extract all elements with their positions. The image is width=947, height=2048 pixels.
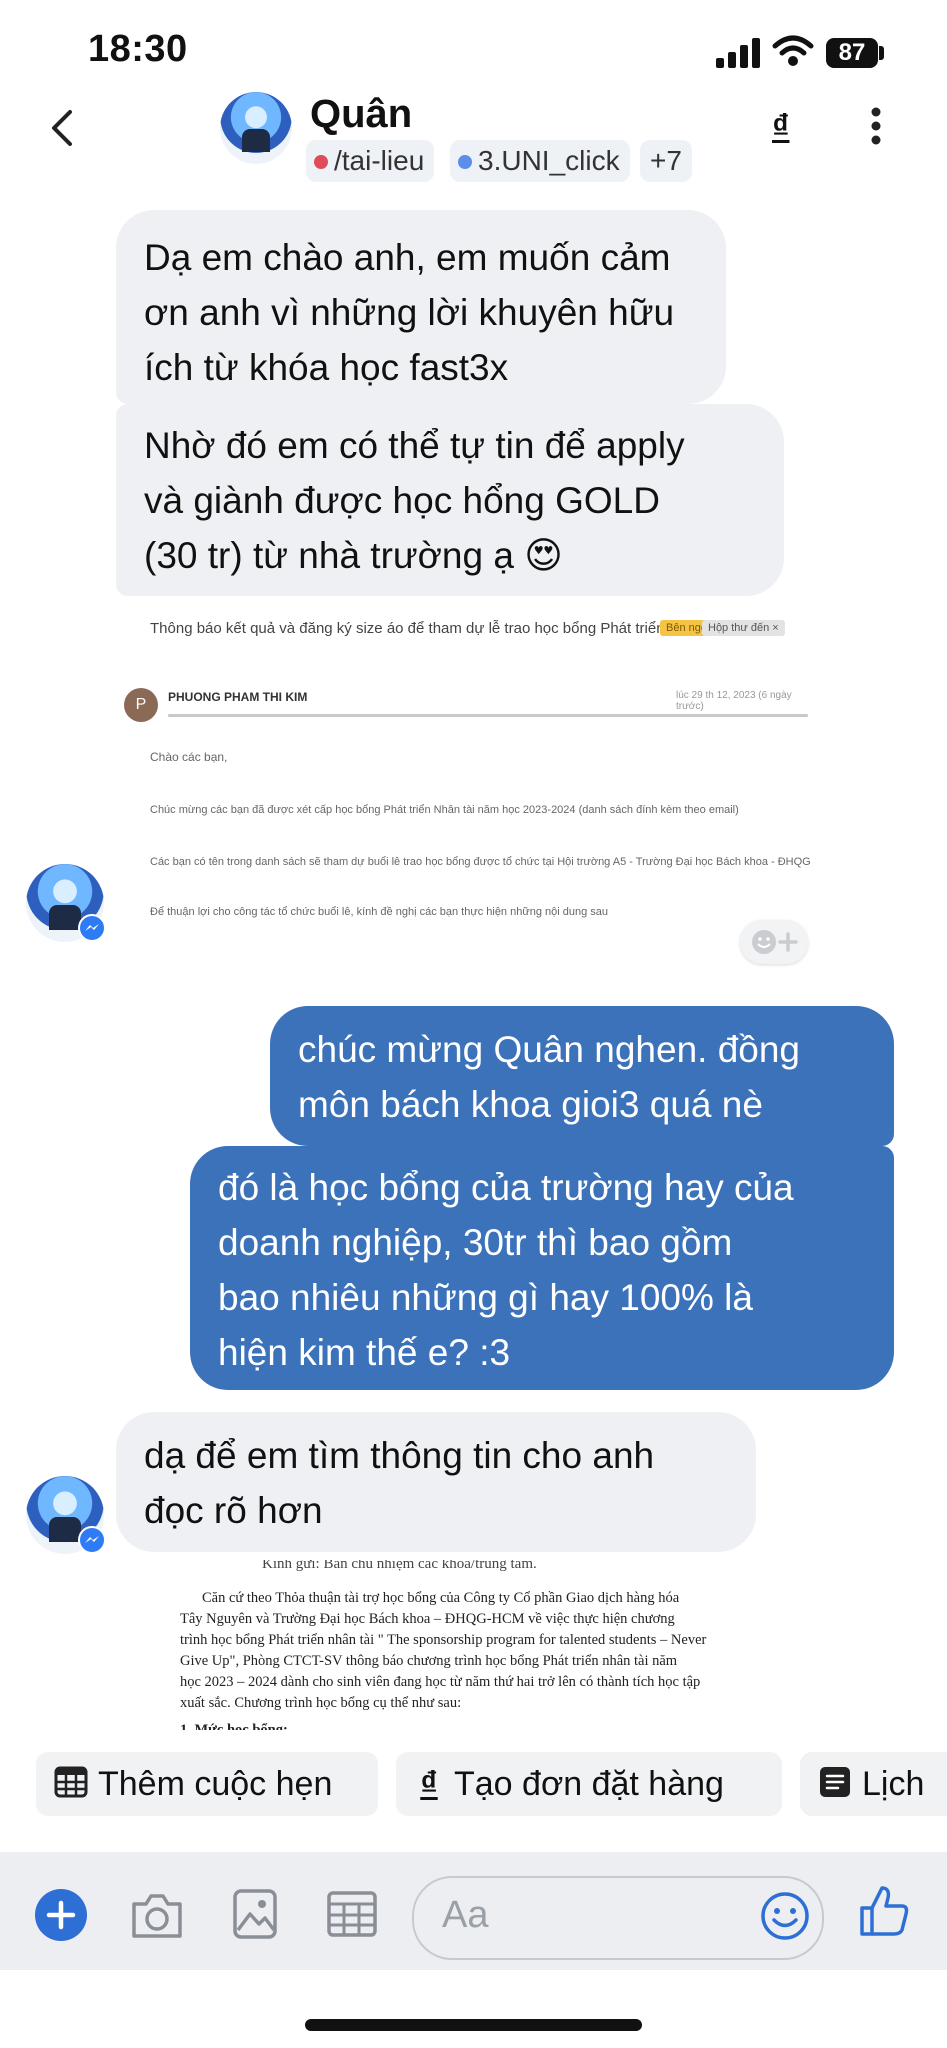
add-appointment-button[interactable]: Thêm cuộc hẹn	[36, 1752, 378, 1816]
signal-icon	[716, 38, 760, 68]
incoming-message-2[interactable]: Nhờ đó em có thể tự tin để apply và giàn…	[116, 404, 784, 596]
thumbs-up-icon[interactable]	[858, 1884, 910, 1938]
quick-action-label: Thêm cuộc hẹn	[98, 1765, 333, 1803]
incoming-message-1[interactable]: Dạ em chào anh, em muốn cảm ơn anh vì nh…	[116, 210, 726, 404]
add-plus-icon[interactable]	[34, 1888, 88, 1942]
doc-line: Give Up", Phòng CTCT-SV thông báo chương…	[180, 1653, 678, 1669]
red-dot-icon	[314, 155, 328, 169]
contact-name[interactable]: Quân	[310, 92, 412, 137]
doc-line: xuất sắc. Chương trình học bổng cụ thể n…	[180, 1695, 462, 1711]
more-labels-chip[interactable]: +7	[640, 140, 692, 182]
email-line-3: Để thuận lợi cho công tác tổ chức buổi l…	[150, 906, 608, 918]
calendar-grid-icon	[54, 1766, 88, 1798]
message-line: Dạ em chào anh, em muốn cảm	[144, 237, 671, 278]
email-screenshot-image[interactable]: Thông báo kết quả và đăng ký size áo để …	[116, 600, 816, 930]
messenger-badge-icon	[78, 1526, 106, 1554]
calendar-button[interactable]: Lịch	[800, 1752, 947, 1816]
doc-paragraph: Căn cứ theo Thỏa thuận tài trợ học bổng …	[180, 1588, 780, 1714]
list-doc-icon	[820, 1767, 850, 1797]
doc-line: học 2023 – 2024 dành cho sinh viên đang …	[180, 1674, 701, 1690]
emoji-icon[interactable]	[760, 1891, 810, 1941]
status-time: 18:30	[88, 28, 188, 70]
photo-icon[interactable]	[232, 1888, 278, 1940]
message-line: doanh nghiệp, 30tr thì bao gồm	[218, 1222, 733, 1263]
blue-dot-icon	[458, 155, 472, 169]
chip-label: /tai-lieu	[334, 145, 425, 176]
email-line-1: Chúc mừng các bạn đã được xét cấp học bổ…	[150, 804, 739, 816]
quick-action-label: Lịch	[862, 1765, 925, 1803]
email-date: lúc 29 th 12, 2023 (6 ngày trước)	[676, 690, 792, 712]
message-line: đọc rõ hơn	[144, 1490, 323, 1531]
email-greeting: Chào các bạn,	[150, 750, 228, 764]
email-inbox-tag: Hộp thư đến ×	[702, 620, 785, 636]
message-line: chúc mừng Quân nghen. đồng	[298, 1029, 801, 1070]
message-line: (30 tr) từ nhà trường ạ 😍	[144, 535, 563, 576]
back-icon[interactable]	[48, 108, 76, 148]
message-line: đó là học bổng của trường hay của	[218, 1167, 794, 1208]
chip-label: 3.UNI_click	[478, 145, 620, 176]
message-line: môn bách khoa gioi3 quá nè	[298, 1084, 763, 1125]
message-line: ơn anh vì những lời khuyên hữu	[144, 292, 675, 333]
sender-name: PHUONG PHAM THI KIM	[168, 690, 308, 704]
messenger-badge-icon	[78, 914, 106, 942]
email-subject: Thông báo kết quả và đăng ký size áo để …	[150, 620, 670, 637]
battery-tip	[879, 46, 884, 60]
outgoing-message-2[interactable]: đó là học bổng của trường hay của doanh …	[190, 1146, 894, 1390]
message-line: ích từ khóa học fast3x	[144, 347, 509, 388]
create-order-button[interactable]: ₫ Tạo đơn đặt hàng	[396, 1752, 782, 1816]
wifi-icon	[772, 35, 814, 66]
email-line-2: Các bạn có tên trong danh sách sẽ tham d…	[150, 856, 810, 868]
doc-line: Căn cứ theo Thỏa thuận tài trợ học bổng …	[202, 1590, 680, 1606]
label-chip-uni-click[interactable]: 3.UNI_click	[450, 140, 630, 182]
outgoing-message-1[interactable]: chúc mừng Quân nghen. đồng môn bách khoa…	[270, 1006, 894, 1146]
message-line: bao nhiêu những gì hay 100% là	[218, 1277, 753, 1318]
doc-top-line: Kính gửi: Ban chủ nhiệm các khoa/trung t…	[262, 1560, 537, 1572]
table-grid-icon[interactable]	[326, 1890, 378, 1938]
battery-level: 87	[826, 38, 878, 68]
message-line: và giành được học hổng GOLD	[144, 480, 660, 521]
message-line: dạ để em tìm thông tin cho anh	[144, 1435, 655, 1476]
camera-icon[interactable]	[130, 1890, 184, 1940]
label-chip-tai-lieu[interactable]: /tai-lieu	[306, 140, 435, 182]
incoming-message-3[interactable]: dạ để em tìm thông tin cho anh đọc rõ hơ…	[116, 1412, 756, 1552]
more-options-icon[interactable]	[868, 106, 884, 146]
smiley-plus-icon	[752, 930, 798, 954]
message-line: Nhờ đó em có thể tự tin để apply	[144, 425, 685, 466]
home-indicator	[305, 2019, 642, 2031]
add-reaction-button[interactable]	[740, 920, 808, 964]
message-input[interactable]: Aa	[412, 1876, 824, 1960]
document-screenshot-image[interactable]: Kính gửi: Ban chủ nhiệm các khoa/trung t…	[116, 1560, 816, 1730]
doc-line: Tây Nguyên và Trường Đại học Bách khoa –…	[180, 1611, 675, 1627]
currency-dong-icon[interactable]: ₫	[772, 108, 789, 147]
doc-line: trình học bổng Phát triển nhân tài " The…	[180, 1632, 707, 1648]
dong-icon: ₫	[420, 1765, 438, 1803]
message-line: hiện kim thế e? :3	[218, 1332, 511, 1373]
contact-avatar[interactable]	[220, 92, 292, 164]
message-input-placeholder: Aa	[442, 1894, 489, 1936]
sender-avatar: P	[124, 688, 158, 722]
quick-action-label: Tạo đơn đặt hàng	[454, 1765, 724, 1803]
doc-item: 1. Mức học bổng:	[180, 1722, 288, 1730]
